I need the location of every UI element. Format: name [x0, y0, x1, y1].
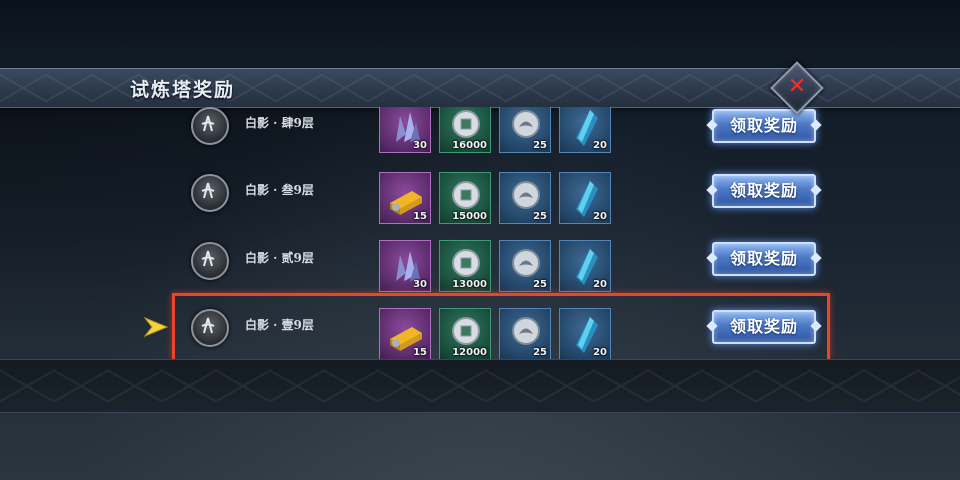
floor-label: 白影 · 贰9层	[245, 251, 314, 265]
current-floor-highlight	[172, 293, 830, 359]
claim-reward-button[interactable]: 领取奖励	[712, 109, 816, 143]
item-count: 30	[413, 140, 427, 151]
panel-footer	[0, 359, 960, 413]
floor-label: 白影 · 肆9层	[245, 116, 314, 130]
reward-item-blue-shard[interactable]: 20	[559, 107, 611, 153]
claim-reward-button[interactable]: 领取奖励	[712, 174, 816, 208]
reward-item-silver-coin[interactable]: 15000	[439, 172, 491, 224]
reward-row: 白影 · 叁9层 15 15000 25 20 领取奖励	[0, 159, 960, 226]
item-count: 30	[413, 279, 427, 290]
reward-item-gold-bar[interactable]: 15	[379, 172, 431, 224]
reward-row: 白影 · 贰9层 30 13000 25 20 领取奖励	[0, 227, 960, 294]
item-count: 15	[413, 211, 427, 222]
floor-emblem-icon	[191, 107, 229, 145]
top-backdrop	[0, 0, 960, 68]
current-floor-arrow-icon	[143, 316, 169, 338]
reward-item-silver-coin[interactable]: 16000	[439, 107, 491, 153]
item-count: 15000	[452, 211, 487, 222]
reward-item-lotus-token[interactable]: 25	[499, 172, 551, 224]
item-count: 25	[533, 140, 547, 151]
floor-label: 白影 · 叁9层	[245, 183, 314, 197]
reward-item-lotus-token[interactable]: 25	[499, 107, 551, 153]
reward-item-lotus-token[interactable]: 25	[499, 240, 551, 292]
reward-row: 白影 · 肆9层 30 16000 25 20 领取奖励	[0, 107, 960, 159]
reward-item-purple-crystal[interactable]: 30	[379, 107, 431, 153]
item-count: 20	[593, 140, 607, 151]
item-count: 20	[593, 211, 607, 222]
reward-item-blue-shard[interactable]: 20	[559, 240, 611, 292]
item-count: 20	[593, 279, 607, 290]
item-count: 25	[533, 279, 547, 290]
reward-item-blue-shard[interactable]: 20	[559, 172, 611, 224]
item-count: 16000	[452, 140, 487, 151]
floor-emblem-icon	[191, 174, 229, 212]
item-count: 13000	[452, 279, 487, 290]
panel-title: 试炼塔奖励	[130, 79, 236, 101]
item-count: 25	[533, 211, 547, 222]
footer-pattern	[0, 360, 960, 412]
reward-item-silver-coin[interactable]: 13000	[439, 240, 491, 292]
reward-item-purple-crystal[interactable]: 30	[379, 240, 431, 292]
floor-emblem-icon	[191, 242, 229, 280]
claim-reward-button[interactable]: 领取奖励	[712, 242, 816, 276]
